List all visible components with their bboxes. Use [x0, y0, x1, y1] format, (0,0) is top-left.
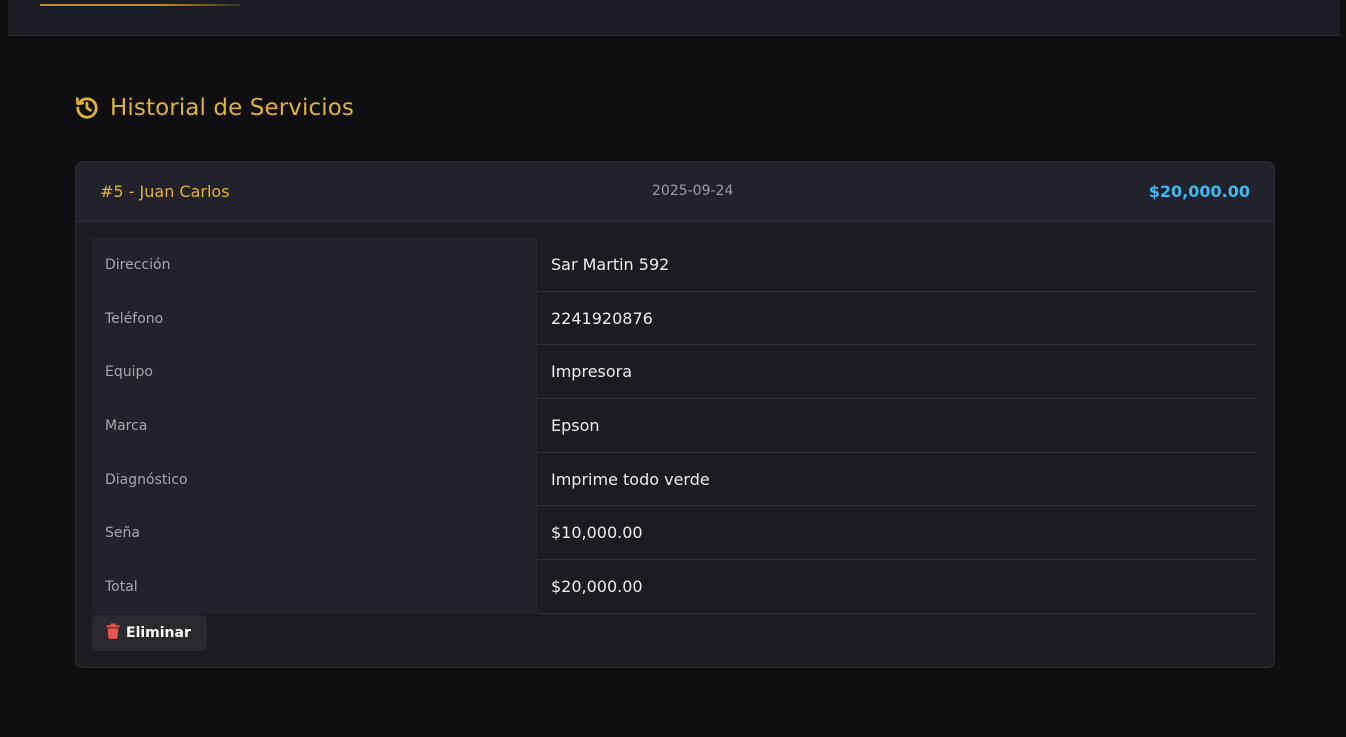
- service-id-name: #5 - Juan Carlos: [100, 182, 230, 201]
- detail-value: Epson: [538, 399, 1258, 453]
- trash-icon: [106, 623, 120, 643]
- detail-label: Total: [92, 560, 538, 614]
- detail-label: Seña: [92, 506, 538, 561]
- detail-value: $10,000.00: [538, 506, 1258, 561]
- history-icon: [74, 95, 100, 121]
- delete-button[interactable]: Eliminar: [92, 615, 207, 651]
- detail-label: Equipo: [92, 345, 538, 400]
- service-details-table: Dirección Sar Martin 592 Teléfono 224192…: [92, 238, 1258, 614]
- detail-label: Marca: [92, 399, 538, 453]
- detail-value: Sar Martin 592: [538, 238, 1258, 292]
- detail-label: Diagnóstico: [92, 452, 538, 507]
- detail-row-diagnostico: Diagnóstico Imprime todo verde: [92, 452, 1258, 507]
- detail-value: Imprime todo verde: [538, 453, 1258, 507]
- delete-button-label: Eliminar: [126, 625, 191, 641]
- detail-value: Impresora: [538, 345, 1258, 400]
- detail-label: Teléfono: [92, 291, 538, 346]
- detail-row-equipo: Equipo Impresora: [92, 345, 1258, 400]
- detail-label: Dirección: [92, 238, 538, 292]
- service-card-header[interactable]: #5 - Juan Carlos 2025-09-24 $20,000.00: [76, 162, 1274, 222]
- service-date: 2025-09-24: [652, 183, 734, 199]
- navbar-accent-line: [40, 4, 240, 6]
- top-navbar: [8, 0, 1340, 36]
- detail-row-telefono: Teléfono 2241920876: [92, 291, 1258, 346]
- detail-row-marca: Marca Epson: [92, 399, 1258, 453]
- detail-value: 2241920876: [538, 292, 1258, 346]
- detail-row-sena: Seña $10,000.00: [92, 506, 1258, 561]
- section-header: Historial de Servicios: [74, 92, 354, 124]
- service-card: #5 - Juan Carlos 2025-09-24 $20,000.00 D…: [75, 161, 1275, 668]
- detail-row-direccion: Dirección Sar Martin 592: [92, 238, 1258, 292]
- page-title: Historial de Servicios: [110, 95, 354, 121]
- detail-row-total: Total $20,000.00: [92, 560, 1258, 614]
- detail-value: $20,000.00: [538, 560, 1258, 614]
- service-amount: $20,000.00: [1148, 182, 1250, 201]
